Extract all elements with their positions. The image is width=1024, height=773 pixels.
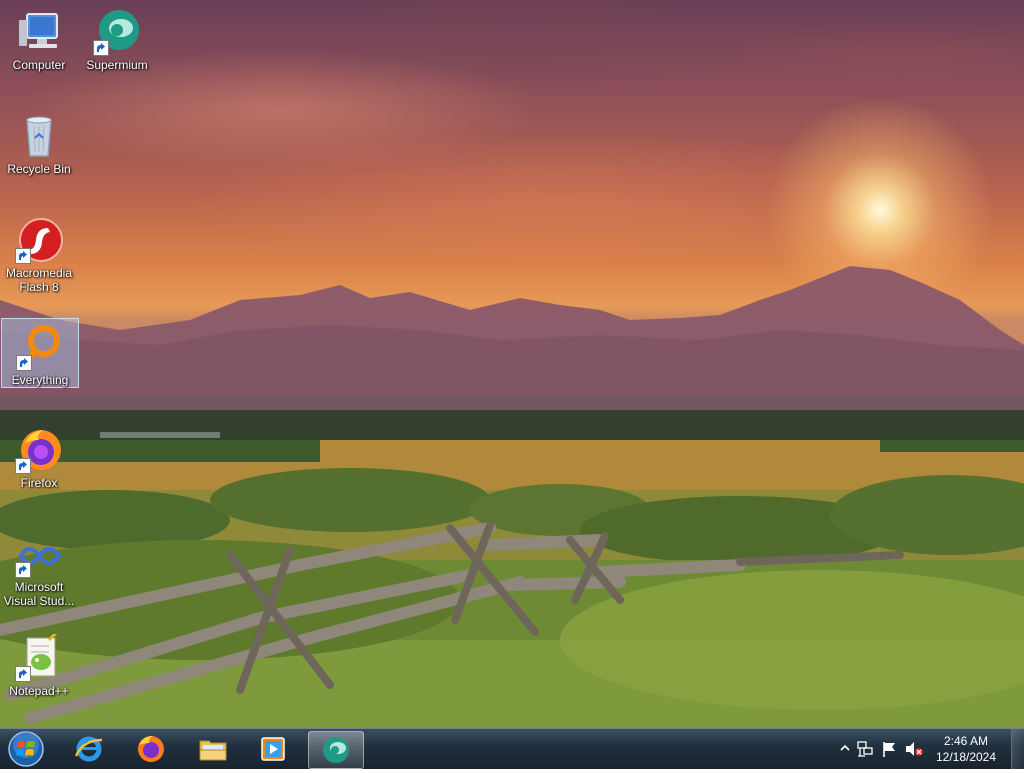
shortcut-arrow-icon xyxy=(15,458,31,474)
shortcut-arrow-icon xyxy=(15,248,31,264)
desktop-icon-label: Macromedia Flash 8 xyxy=(5,266,73,294)
firefox-icon xyxy=(138,736,164,762)
landscape-wallpaper xyxy=(0,266,1024,728)
desktop-icon-label: Computer xyxy=(12,58,66,72)
desktop-icon-macromedia-flash[interactable]: Macromedia Flash 8 xyxy=(1,212,77,294)
desktop-icon-computer[interactable]: Computer xyxy=(1,4,77,72)
supermium-icon xyxy=(323,737,349,763)
recycle-bin-icon xyxy=(15,112,63,160)
desktop-icon-recycle-bin[interactable]: Recycle Bin xyxy=(1,108,77,176)
taskbar-clock[interactable]: 2:46 AM 12/18/2024 xyxy=(926,733,1006,765)
desktop-icon-notepad-plus-plus[interactable]: Notepad++ xyxy=(1,630,77,698)
system-tray: 2:46 AM 12/18/2024 xyxy=(834,729,1024,769)
desktop-icon-label: Firefox xyxy=(20,476,58,490)
taskbar-button-internet-explorer[interactable] xyxy=(62,731,116,767)
supermium-icon xyxy=(93,8,141,56)
firefox-icon xyxy=(15,426,63,474)
desktop-background: Computer Supermium Recycle Bin Macromedi… xyxy=(0,0,1024,728)
internet-explorer-icon xyxy=(74,736,103,762)
visual-studio-icon xyxy=(15,530,63,578)
computer-icon xyxy=(15,8,63,56)
action-center-flag-icon[interactable] xyxy=(880,740,898,758)
shortcut-arrow-icon xyxy=(15,666,31,682)
flash-icon xyxy=(15,216,63,264)
everything-search-icon xyxy=(16,323,64,371)
taskbar-button-media-player[interactable] xyxy=(246,731,300,767)
desktop-icon-supermium[interactable]: Supermium xyxy=(79,4,155,72)
desktop-icon-label: Everything xyxy=(11,373,69,387)
desktop-icon-label: Notepad++ xyxy=(9,684,69,698)
desktop-icon-everything[interactable]: Everything xyxy=(1,318,79,388)
desktop-icon-firefox[interactable]: Firefox xyxy=(1,422,77,490)
windows-start-orb-icon xyxy=(8,731,44,767)
shortcut-arrow-icon xyxy=(16,355,32,371)
network-icon[interactable] xyxy=(856,740,874,758)
show-hidden-icons-chevron[interactable] xyxy=(840,743,850,753)
show-desktop-button[interactable] xyxy=(1011,729,1024,769)
media-player-icon xyxy=(261,737,285,761)
desktop-icon-label: Supermium xyxy=(86,58,148,72)
shortcut-arrow-icon xyxy=(15,562,31,578)
desktop-icon-visual-studio[interactable]: Microsoft Visual Stud... xyxy=(1,526,77,608)
desktop-icon-label: Microsoft Visual Stud... xyxy=(3,580,75,608)
volume-muted-icon[interactable] xyxy=(904,740,924,758)
notepad-plus-plus-icon xyxy=(15,630,63,682)
clock-time: 2:46 AM xyxy=(943,734,989,748)
start-button[interactable] xyxy=(5,730,47,768)
taskbar-button-supermium[interactable] xyxy=(308,731,364,769)
desktop-icon-label: Recycle Bin xyxy=(7,162,71,176)
taskbar: 2:46 AM 12/18/2024 xyxy=(0,728,1024,769)
taskbar-button-windows-explorer[interactable] xyxy=(186,731,240,767)
clock-date: 12/18/2024 xyxy=(935,750,997,764)
folder-explorer-icon xyxy=(199,740,227,761)
shortcut-arrow-icon xyxy=(93,40,109,56)
taskbar-button-firefox[interactable] xyxy=(124,731,178,767)
